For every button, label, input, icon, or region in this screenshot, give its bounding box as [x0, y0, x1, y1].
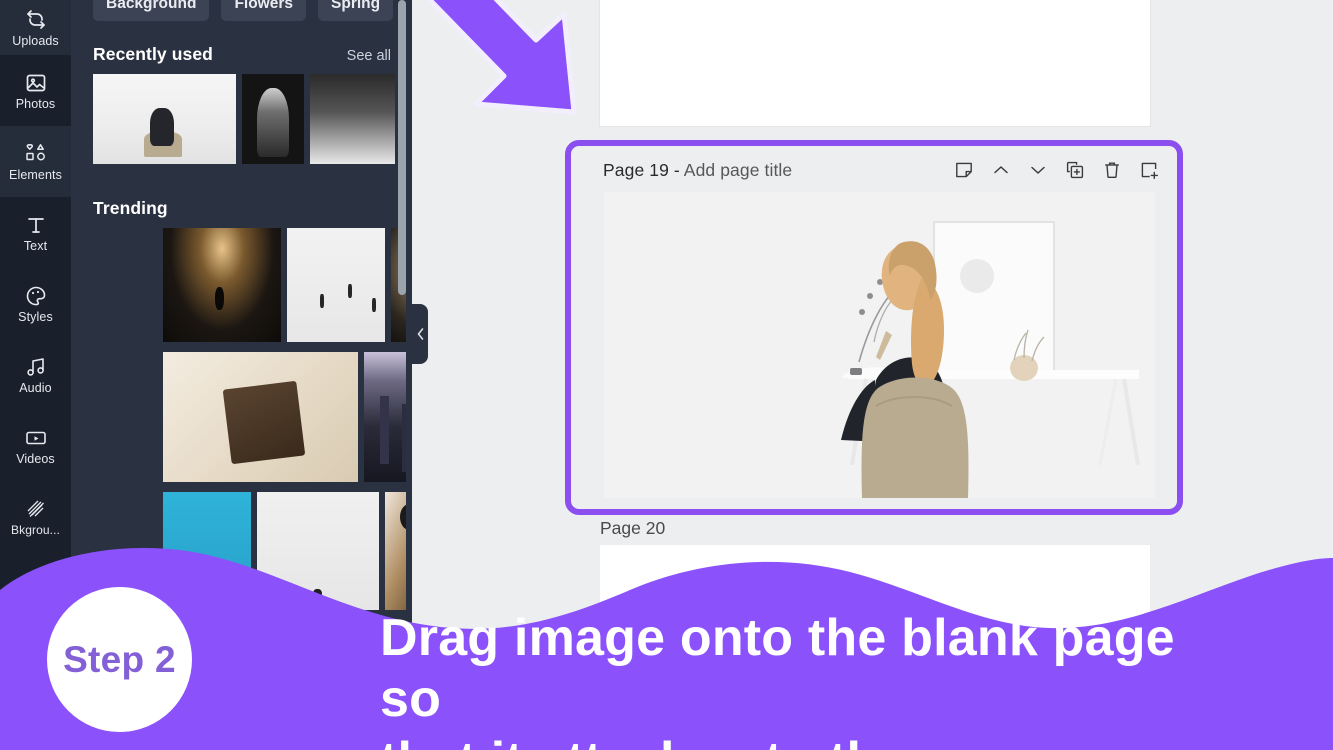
see-all-link[interactable]: See all — [347, 48, 391, 64]
app-root: Uploads Photos Elements Text Styles Audi… — [0, 0, 1333, 750]
sidebar-item-label: Styles — [18, 309, 53, 324]
page-thumbnail-above[interactable] — [600, 0, 1150, 126]
page-image-woman-at-white-desk — [604, 192, 1155, 498]
chip-flowers[interactable]: Flowers — [221, 0, 307, 21]
thumb-bw-snowy-tree[interactable] — [310, 74, 395, 164]
down-right-arrow-icon — [418, 0, 588, 147]
search-tag-chips: Background Flowers Spring › — [71, 0, 412, 21]
step-badge: Step 2 — [47, 587, 192, 732]
chip-background[interactable]: Background — [93, 0, 210, 21]
hatch-pattern-icon — [24, 497, 48, 521]
sidebar-item-label: Text — [23, 238, 48, 253]
page-title[interactable]: Page 19 - Add page title — [603, 160, 792, 181]
page-header-bar: Page 19 - Add page title — [571, 146, 1177, 194]
recently-used-thumbs — [93, 74, 395, 164]
trash-icon[interactable] — [1102, 160, 1122, 180]
trending-header: Trending — [93, 198, 391, 219]
thumb-woman-at-white-desk[interactable] — [93, 74, 236, 164]
page-title-prefix: Page 19 - — [603, 159, 684, 180]
step-badge-label: Step 2 — [63, 638, 176, 680]
sidebar-item-label: Audio — [19, 380, 52, 395]
trending-row-2 — [163, 352, 412, 482]
thumb-people-walking-in-snow[interactable] — [287, 228, 385, 342]
sidebar-item-label: Uploads — [12, 33, 59, 48]
chevron-down-icon[interactable] — [1028, 160, 1048, 180]
caption-line-2: that it attaches to the background. — [380, 731, 1180, 750]
chevron-up-icon[interactable] — [991, 160, 1011, 180]
instruction-caption: Drag image onto the blank page so that i… — [380, 608, 1180, 750]
sidebar-item-photos[interactable]: Photos — [0, 55, 71, 126]
sidebar-item-label: Elements — [9, 167, 62, 182]
page-canvas-content[interactable] — [604, 192, 1155, 498]
recently-used-header: Recently used See all — [93, 44, 391, 65]
sidebar-item-videos[interactable]: Videos — [0, 410, 71, 481]
page-title-placeholder: Add page title — [683, 159, 793, 180]
selected-page-card[interactable]: Page 19 - Add page title — [565, 140, 1183, 515]
chevron-left-icon — [417, 328, 424, 340]
sidebar-item-uploads[interactable]: Uploads — [0, 0, 71, 55]
sidebar-item-audio[interactable]: Audio — [0, 339, 71, 410]
sidebar-item-elements[interactable]: Elements — [0, 126, 71, 197]
add-page-icon[interactable] — [1139, 160, 1159, 180]
section-title: Recently used — [93, 44, 213, 64]
thumb-city-skyline-at-dusk[interactable] — [364, 352, 412, 482]
duplicate-page-icon[interactable] — [1065, 160, 1085, 180]
chip-spring[interactable]: Spring — [318, 0, 394, 21]
thumb-leather-journal-on-bed[interactable] — [163, 352, 358, 482]
sidebar-item-label: Photos — [15, 96, 56, 111]
text-icon — [24, 213, 48, 237]
caption-line-1: Drag image onto the blank page so — [380, 609, 1175, 729]
upload-icon — [24, 8, 48, 32]
sidebar-item-styles[interactable]: Styles — [0, 268, 71, 339]
panel-scrollbar[interactable] — [398, 0, 406, 295]
trending-row-1 — [163, 228, 412, 342]
shapes-icon — [24, 142, 48, 166]
section-title: Trending — [93, 198, 168, 218]
palette-icon — [24, 284, 48, 308]
page-toolbar — [954, 160, 1159, 180]
video-icon — [24, 426, 48, 450]
thumb-bw-portrait-woman[interactable] — [242, 74, 304, 164]
sidebar-item-text[interactable]: Text — [0, 197, 71, 268]
panel-collapse-button[interactable] — [412, 304, 428, 364]
photo-icon — [24, 71, 48, 95]
sidebar-item-label: Videos — [16, 451, 55, 466]
thumb-golden-road-at-night[interactable] — [163, 228, 281, 342]
music-note-icon — [24, 355, 48, 379]
notes-icon[interactable] — [954, 160, 974, 180]
